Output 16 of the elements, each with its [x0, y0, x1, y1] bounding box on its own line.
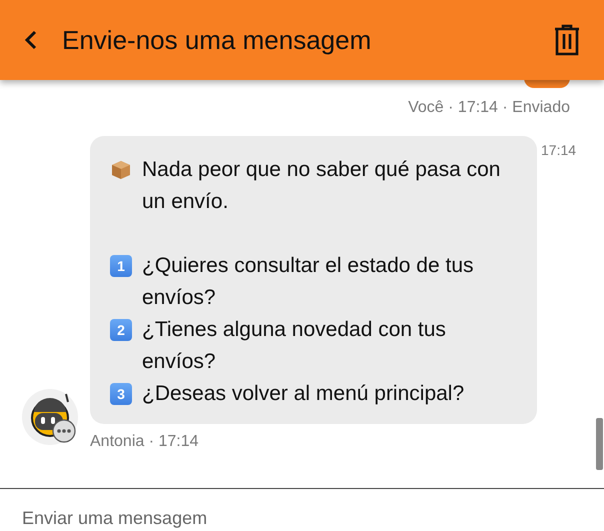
robot-avatar-icon	[22, 388, 80, 446]
package-icon	[110, 159, 132, 181]
message-text: ¿Quieres consultar el estado de tus envíos?	[142, 253, 475, 311]
header-title: Envie-nos uma mensagem	[62, 24, 372, 56]
message-meta: Antonia · 17:14	[90, 432, 200, 452]
message-text: Nada peor que no saber qué pasa con un envío.	[142, 157, 502, 215]
back-button[interactable]	[24, 30, 38, 50]
message-meta: Você · 17:14 · Enviado	[408, 98, 570, 118]
number-key-icon: 2	[110, 319, 132, 341]
message-text: ¿Tienes alguna novedad con tus envíos?	[142, 317, 447, 375]
scrollbar-thumb[interactable]	[596, 418, 603, 470]
delete-button[interactable]	[554, 24, 580, 56]
message-text: ¿Deseas volver al menú principal?	[142, 381, 464, 407]
number-key-icon: 3	[110, 383, 132, 405]
message-time: 17:14	[541, 141, 576, 160]
number-key-icon: 1	[110, 255, 132, 277]
